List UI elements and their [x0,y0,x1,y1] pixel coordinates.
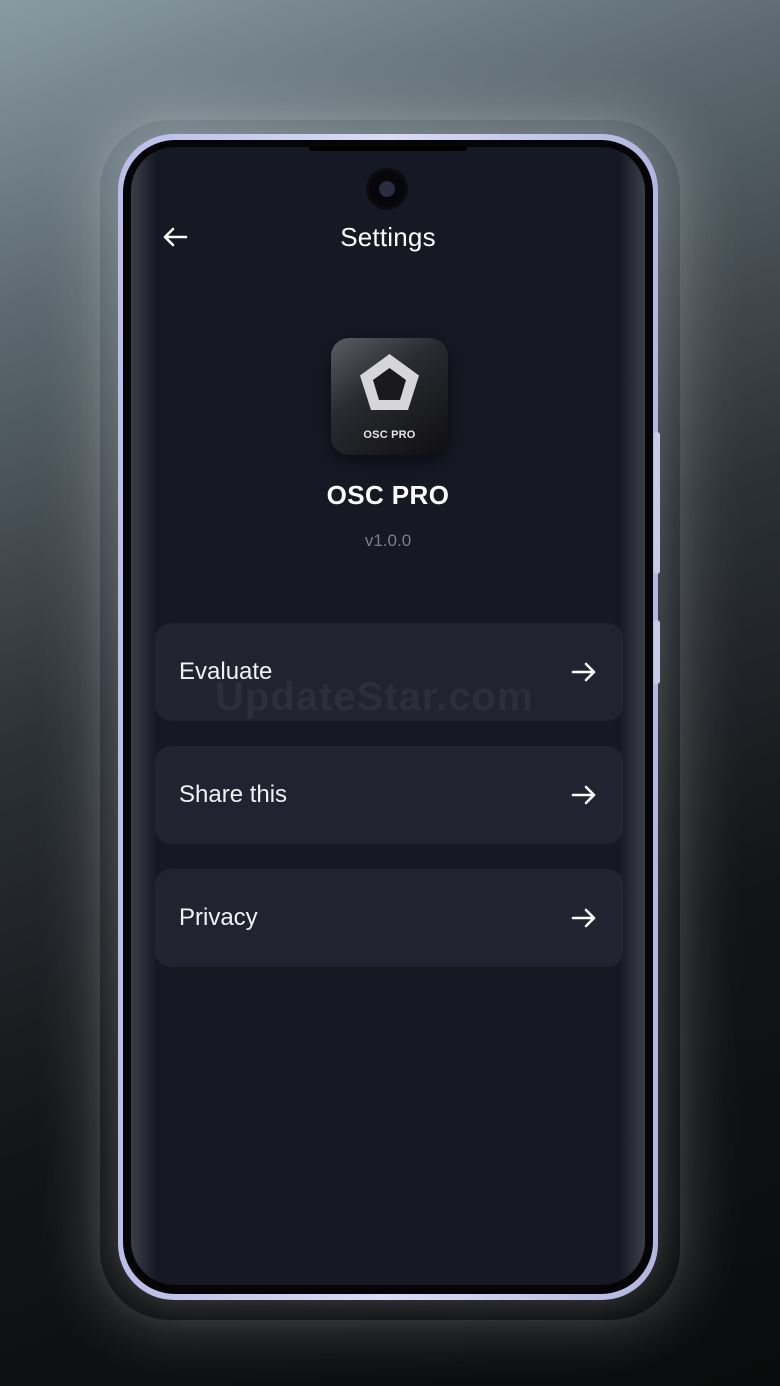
app-screen: Settings OSC PRO OSC PRO v1.0.0 Evaluate… [131,147,645,1285]
page-title: Settings [340,222,436,252]
screen-edge-highlight [619,147,645,1285]
power-button [654,620,660,684]
arrow-right-icon [571,908,596,928]
arrow-right-icon [571,662,596,682]
earpiece [309,147,467,151]
watermark: UpdateStar.com [215,675,534,719]
app-logo-label: OSC PRO [363,429,416,441]
menu-item-label: Share this [179,781,288,808]
screen-edge-highlight [131,147,157,1285]
menu-item-share[interactable]: Share this [155,746,623,844]
app-logo: OSC PRO [331,338,448,455]
arrow-right-icon [571,785,596,805]
app-version: v1.0.0 [364,531,412,550]
menu-item-evaluate[interactable]: Evaluate UpdateStar.com [155,623,623,721]
menu-item-privacy[interactable]: Privacy [155,869,623,967]
app-name: OSC PRO [326,480,450,510]
volume-button [654,432,660,574]
front-camera [369,171,405,207]
menu-item-label: Privacy [179,904,258,931]
